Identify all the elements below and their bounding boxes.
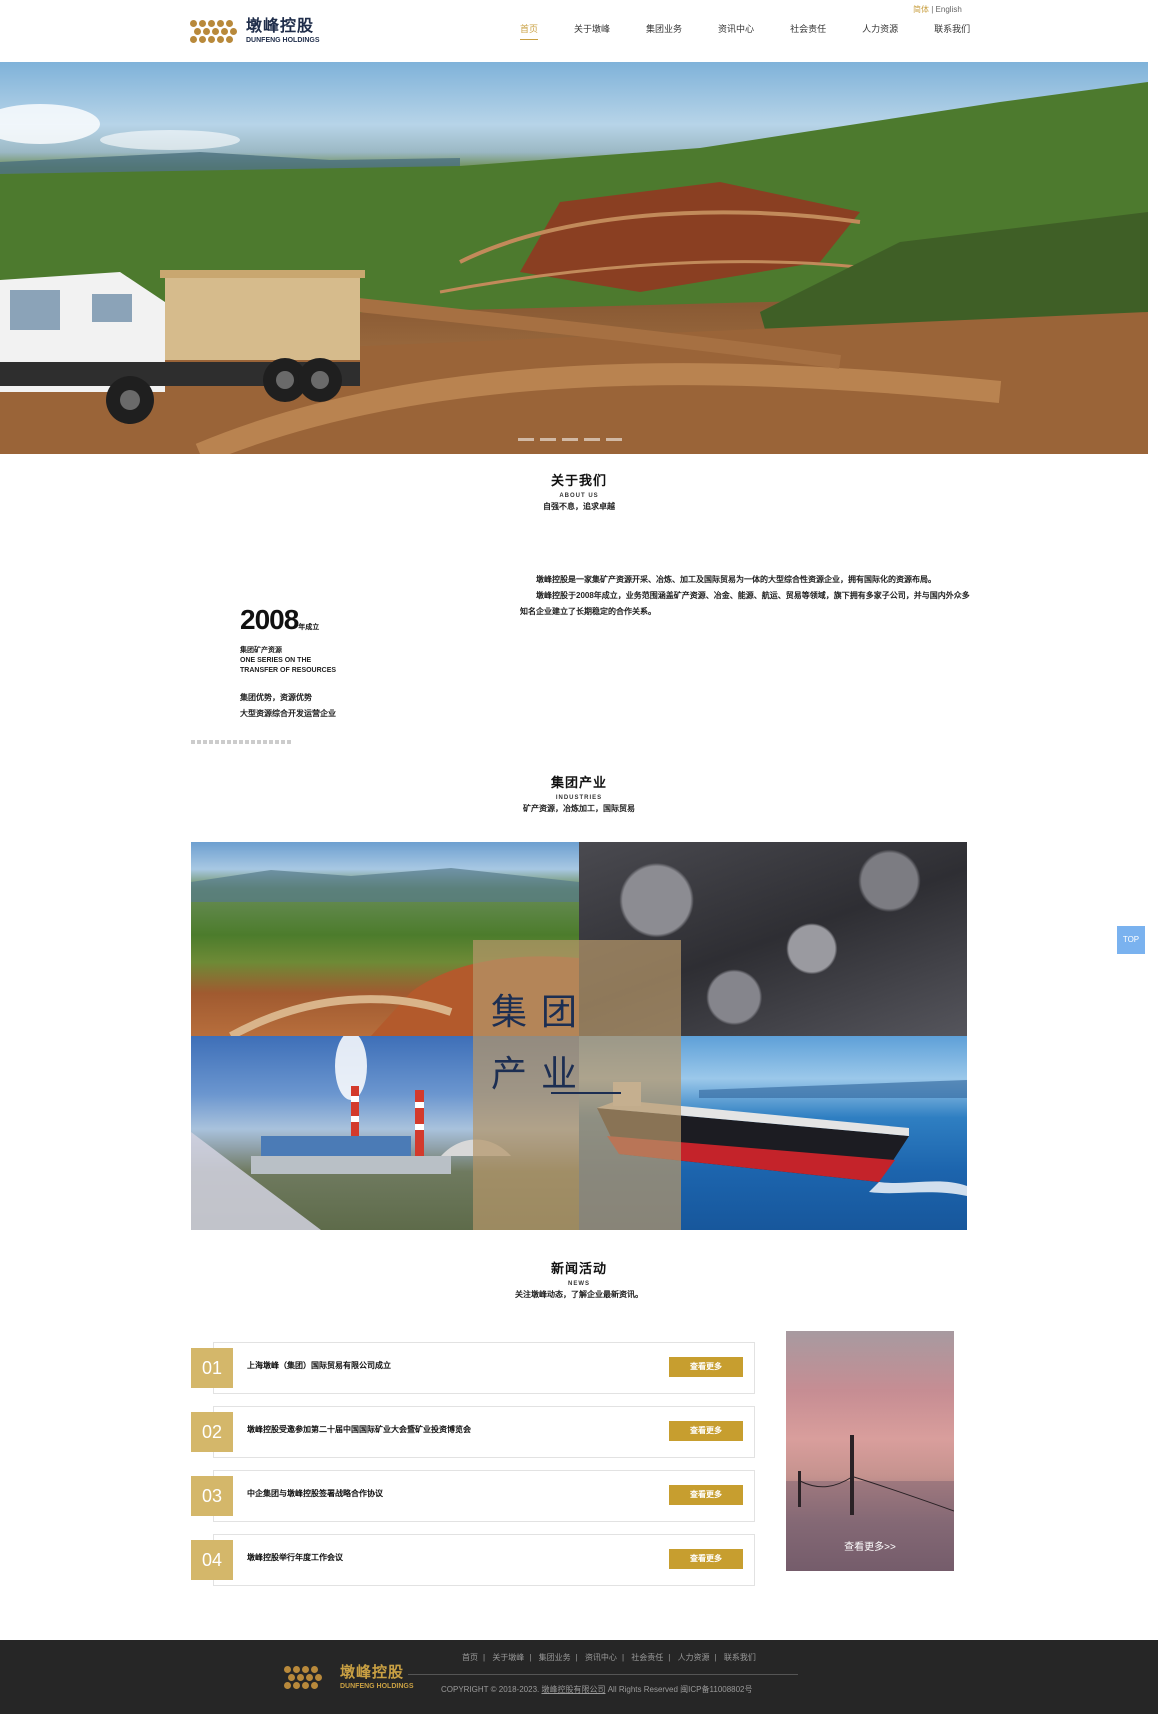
news-item-number: 01 — [191, 1348, 233, 1388]
about-paragraph-2: 墩峰控股于2008年成立，业务范围涵盖矿产资源、冶金、能源、航运、贸易等领域，旗… — [520, 591, 970, 616]
news-feature-image[interactable]: 查看更多>> — [786, 1331, 954, 1571]
main-nav: 首页 关于墩峰 集团业务 资讯中心 社会责任 人力资源 联系我们 — [520, 22, 1006, 40]
about-tagline: 自强不息，追求卓越 — [543, 502, 615, 511]
site-header: 墩峰控股 DUNFENG HOLDINGS 简体 | English 首页 关于… — [0, 0, 1158, 62]
about-subtitle: ABOUT US — [559, 493, 599, 499]
copyright-suffix: All Rights Reserved 闽ICP备11008802号 — [607, 1685, 753, 1694]
news-tagline: 关注墩峰动态，了解企业最新资讯。 — [515, 1290, 643, 1299]
news-more-button[interactable]: 查看更多 — [669, 1421, 743, 1441]
nav-business[interactable]: 集团业务 — [646, 22, 682, 40]
news-title: 新闻活动 — [550, 1261, 607, 1276]
logo-dots-icon — [190, 16, 238, 46]
highlight-line: ONE SERIES ON THE — [240, 657, 312, 664]
news-item-title[interactable]: 墩峰控股受邀参加第二十届中国国际矿业大会暨矿业投资博览会 — [247, 1424, 471, 1435]
lang-chinese-link[interactable]: 简体 — [913, 5, 929, 14]
site-footer: 墩峰控股 DUNFENG HOLDINGS 首页 | 关于墩峰 | 集团业务 | 资讯… — [0, 1640, 1158, 1714]
news-item-title[interactable]: 墩峰控股举行年度工作会议 — [247, 1552, 343, 1563]
nav-news[interactable]: 资讯中心 — [718, 22, 754, 40]
news-item-title[interactable]: 中企集团与墩峰控股签署战略合作协议 — [247, 1488, 383, 1499]
lang-separator: | — [931, 5, 934, 14]
founded-year-unit: 年成立 — [298, 624, 320, 631]
footer-link-responsibility[interactable]: 社会责任 — [631, 1653, 663, 1662]
about-title: 关于我们 — [550, 473, 607, 488]
footer-link-home[interactable]: 首页 — [462, 1653, 478, 1662]
news-item: 02 墩峰控股受邀参加第二十届中国国际矿业大会暨矿业投资博览会 查看更多 — [191, 1406, 755, 1458]
overlay-underline — [551, 1092, 621, 1094]
news-subtitle: NEWS — [568, 1281, 590, 1287]
site-logo[interactable]: 墩峰控股 DUNFENG HOLDINGS — [190, 16, 320, 46]
footer-link-contact[interactable]: 联系我们 — [724, 1653, 756, 1662]
copyright-company-link[interactable]: 墩峰控股有限公司 — [541, 1685, 605, 1694]
hero-slider-dots[interactable] — [518, 438, 622, 441]
nav-about[interactable]: 关于墩峰 — [574, 22, 610, 40]
copyright-prefix: COPYRIGHT © 2018-2023. — [441, 1685, 540, 1694]
footer-link-business[interactable]: 集团业务 — [539, 1653, 571, 1662]
news-side-more-link[interactable]: 查看更多>> — [786, 1538, 954, 1553]
about-description: 墩峰控股是一家集矿产资源开采、冶炼、加工及国际贸易为一体的大型综合性资源企业，拥… — [520, 572, 970, 620]
news-heading: 新闻活动 NEWS 关注墩峰动态，了解企业最新资讯。 — [0, 1258, 1158, 1300]
industry-heading: 集团产业 INDUSTRIES 矿产资源，冶炼加工，国际贸易 — [0, 772, 1158, 814]
back-to-top-button[interactable]: TOP — [1117, 926, 1145, 954]
footer-logo-dots-icon — [284, 1662, 332, 1692]
nav-hr[interactable]: 人力资源 — [862, 22, 898, 40]
hero-banner[interactable] — [0, 62, 1148, 454]
news-item-number: 04 — [191, 1540, 233, 1580]
news-more-button[interactable]: 查看更多 — [669, 1549, 743, 1569]
industry-overlay-title: 集团 产业 — [491, 982, 591, 1106]
industry-title: 集团产业 — [550, 775, 607, 790]
logo-name-en: DUNFENG HOLDINGS — [246, 36, 320, 44]
news-more-button[interactable]: 查看更多 — [669, 1357, 743, 1377]
overlay-line-2: 产业 — [491, 1054, 592, 1095]
sea-post-image — [786, 1435, 954, 1571]
about-heading: 关于我们 ABOUT US 自强不息，追求卓越 — [0, 470, 1158, 512]
about-dotted-divider — [191, 740, 291, 744]
footer-logo-en: DUNFENG HOLDINGS — [340, 1682, 414, 1690]
news-item-title[interactable]: 上海墩峰（集团）国际贸易有限公司成立 — [247, 1360, 391, 1371]
footer-link-hr[interactable]: 人力资源 — [678, 1653, 710, 1662]
news-item-number: 02 — [191, 1412, 233, 1452]
highlight-line: 集团优势，资源优势 — [240, 693, 312, 702]
footer-nav: 首页 | 关于墩峰 | 集团业务 | 资讯中心 | 社会责任 | 人力资源 | 联系我们 — [462, 1653, 756, 1662]
footer-link-about[interactable]: 关于墩峰 — [492, 1653, 524, 1662]
industry-mosaic: 集团 产业 — [191, 842, 967, 1230]
hero-mining-image — [0, 82, 1148, 454]
nav-contact[interactable]: 联系我们 — [934, 22, 970, 40]
news-item-number: 03 — [191, 1476, 233, 1516]
industry-subtitle: INDUSTRIES — [555, 795, 603, 801]
founded-year: 2008年成立 — [240, 604, 319, 636]
highlight-line: 集团矿产资源 — [240, 647, 282, 654]
footer-logo[interactable]: 墩峰控股 DUNFENG HOLDINGS — [284, 1662, 414, 1692]
footer-link-news[interactable]: 资讯中心 — [585, 1653, 617, 1662]
footer-logo-cn: 墩峰控股 — [340, 1663, 405, 1681]
news-item: 04 墩峰控股举行年度工作会议 查看更多 — [191, 1534, 755, 1586]
overlay-line-1: 集团 — [491, 992, 592, 1033]
lang-english-link[interactable]: English — [936, 5, 962, 14]
language-switch: 简体 | English — [913, 4, 962, 15]
about-highlights: 集团矿产资源 ONE SERIES ON THE TRANSFER OF RES… — [240, 646, 336, 722]
footer-copyright: COPYRIGHT © 2018-2023. 墩峰控股有限公司 All Righ… — [441, 1684, 753, 1695]
about-paragraph-1: 墩峰控股是一家集矿产资源开采、冶炼、加工及国际贸易为一体的大型综合性资源企业，拥… — [536, 575, 936, 584]
news-item: 01 上海墩峰（集团）国际贸易有限公司成立 查看更多 — [191, 1342, 755, 1394]
corner-diagonal-decoration — [191, 1132, 321, 1230]
industry-tagline: 矿产资源，冶炼加工，国际贸易 — [523, 804, 635, 813]
logo-name-cn: 墩峰控股 — [246, 17, 315, 35]
founded-year-number: 2008 — [240, 604, 299, 635]
highlight-line: TRANSFER OF RESOURCES — [240, 667, 337, 674]
nav-home[interactable]: 首页 — [520, 22, 539, 40]
news-more-button[interactable]: 查看更多 — [669, 1485, 743, 1505]
footer-divider — [408, 1674, 798, 1675]
news-item: 03 中企集团与墩峰控股签署战略合作协议 查看更多 — [191, 1470, 755, 1522]
highlight-line: 大型资源综合开发运营企业 — [240, 709, 336, 718]
nav-responsibility[interactable]: 社会责任 — [790, 22, 826, 40]
